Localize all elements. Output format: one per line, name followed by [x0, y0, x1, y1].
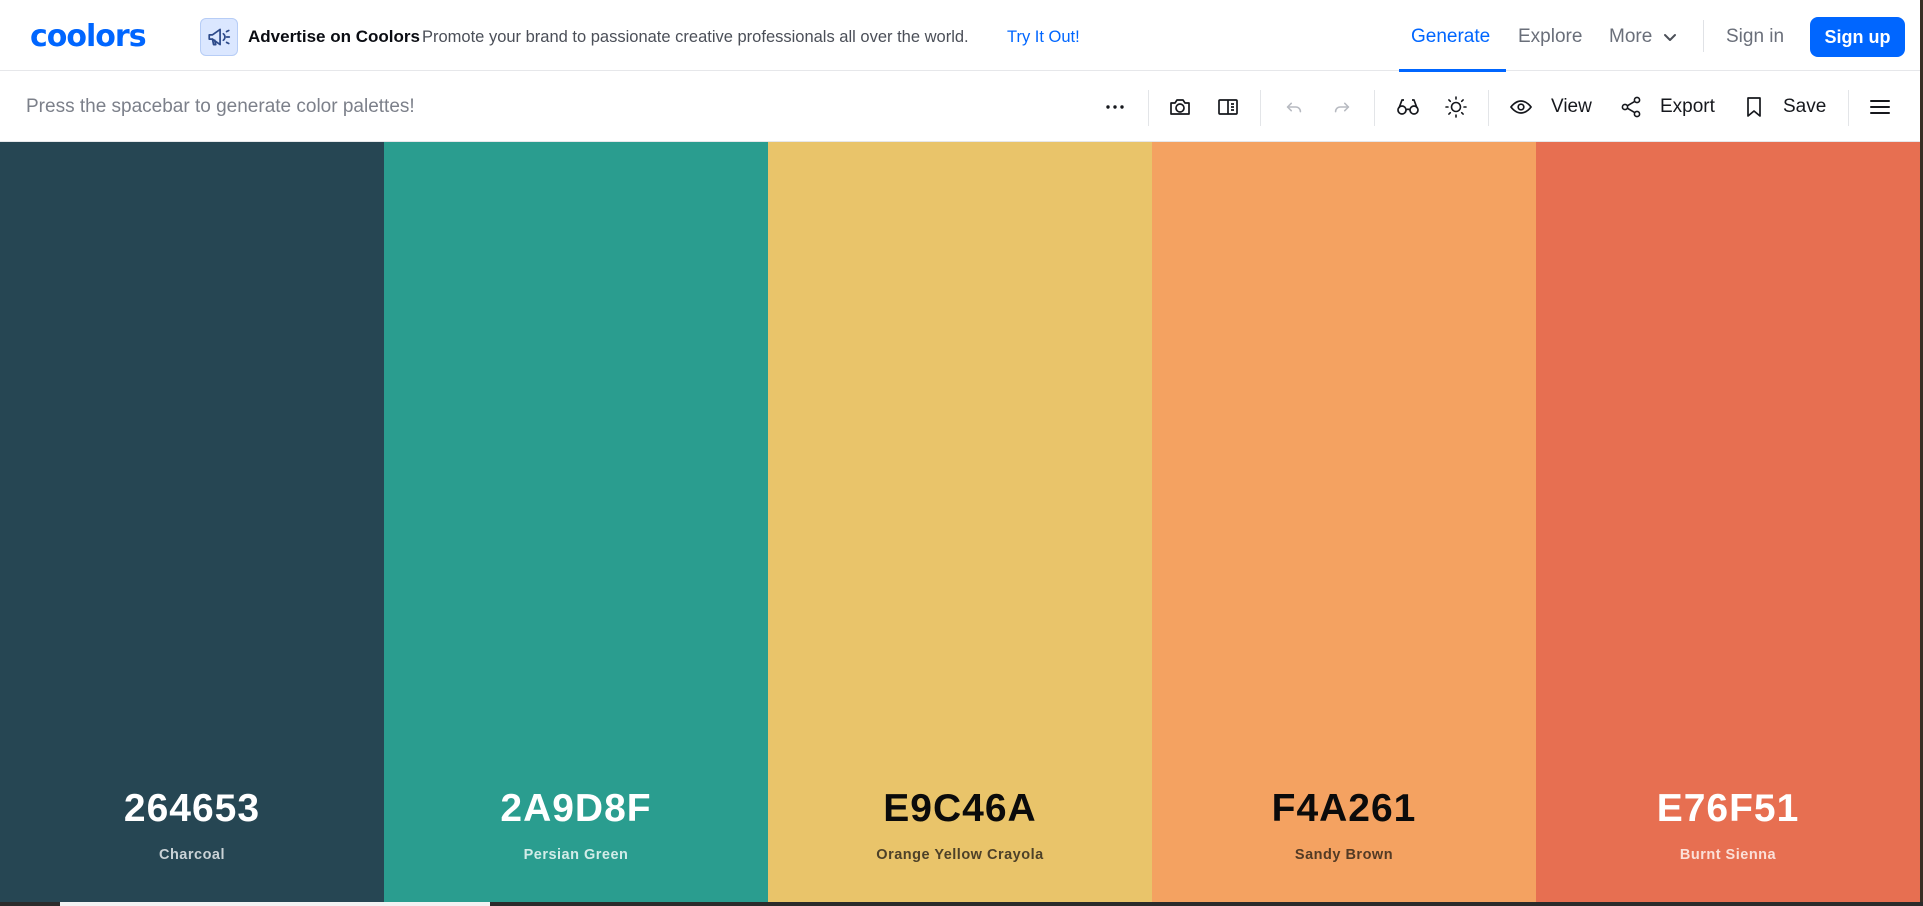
- color-swatch[interactable]: 264653 Charcoal: [0, 142, 384, 904]
- toolbar-divider: [1260, 90, 1261, 126]
- swatch-color-name: Sandy Brown: [1294, 847, 1394, 863]
- sign-in-link[interactable]: Sign in: [1726, 26, 1784, 48]
- swatch-color-name: Persian Green: [523, 847, 629, 863]
- ad-try-it-link[interactable]: Try It Out!: [1007, 28, 1080, 47]
- nav-generate[interactable]: Generate: [1411, 26, 1490, 48]
- camera-icon[interactable]: [1166, 93, 1194, 121]
- toolbar: Press the spacebar to generate color pal…: [0, 72, 1923, 142]
- undo-icon[interactable]: [1280, 93, 1308, 121]
- glasses-icon[interactable]: [1394, 93, 1422, 121]
- nav-divider: [1703, 20, 1704, 52]
- toolbar-divider: [1848, 90, 1849, 126]
- view-button[interactable]: View: [1551, 96, 1592, 118]
- window-edge: [60, 902, 490, 906]
- swatch-color-name: Charcoal: [158, 847, 226, 863]
- more-options-icon[interactable]: [1101, 93, 1129, 121]
- swatch-hex-code[interactable]: 2A9D8F: [384, 787, 768, 831]
- nav-more-label: More: [1609, 26, 1653, 47]
- ad-text: Promote your brand to passionate creativ…: [422, 28, 969, 46]
- app-window: coolors Advertise on Coolors Promote you…: [0, 0, 1923, 906]
- palette: 264653 Charcoal 2A9D8F Persian Green E9C…: [0, 142, 1920, 904]
- sun-icon[interactable]: [1442, 93, 1470, 121]
- bookmark-icon[interactable]: [1740, 93, 1768, 121]
- toolbar-divider: [1148, 90, 1149, 126]
- swatch-hex-code[interactable]: E76F51: [1536, 787, 1920, 831]
- logo-text: coolors: [30, 18, 147, 54]
- toolbar-divider: [1488, 90, 1489, 126]
- color-swatch[interactable]: F4A261 Sandy Brown: [1152, 142, 1536, 904]
- hamburger-menu-icon[interactable]: [1866, 93, 1894, 121]
- export-button[interactable]: Export: [1660, 96, 1715, 118]
- ad-title: Advertise on Coolors: [248, 27, 420, 46]
- eye-icon[interactable]: [1507, 93, 1535, 121]
- top-navigation: coolors Advertise on Coolors Promote you…: [0, 0, 1923, 72]
- chevron-down-icon: [1664, 34, 1677, 41]
- swatch-hex-code[interactable]: 264653: [0, 787, 384, 831]
- nav-explore[interactable]: Explore: [1518, 26, 1582, 48]
- swatch-color-name: Burnt Sienna: [1679, 847, 1777, 863]
- sign-up-button[interactable]: Sign up: [1810, 17, 1905, 57]
- share-icon[interactable]: [1617, 93, 1645, 121]
- swatch-color-name: Orange Yellow Crayola: [876, 847, 1044, 863]
- toolbar-divider: [1374, 90, 1375, 126]
- coolors-logo[interactable]: coolors: [30, 18, 147, 54]
- nav-more-dropdown[interactable]: More: [1609, 26, 1678, 48]
- megaphone-icon[interactable]: [200, 18, 238, 56]
- compare-layout-icon[interactable]: [1214, 93, 1242, 121]
- color-swatch[interactable]: E9C46A Orange Yellow Crayola: [768, 142, 1152, 904]
- swatch-hex-code[interactable]: F4A261: [1152, 787, 1536, 831]
- swatch-hex-code[interactable]: E9C46A: [768, 787, 1152, 831]
- save-button[interactable]: Save: [1783, 96, 1826, 118]
- color-swatch[interactable]: E76F51 Burnt Sienna: [1536, 142, 1920, 904]
- spacebar-hint: Press the spacebar to generate color pal…: [26, 96, 415, 117]
- color-swatch[interactable]: 2A9D8F Persian Green: [384, 142, 768, 904]
- redo-icon[interactable]: [1328, 93, 1356, 121]
